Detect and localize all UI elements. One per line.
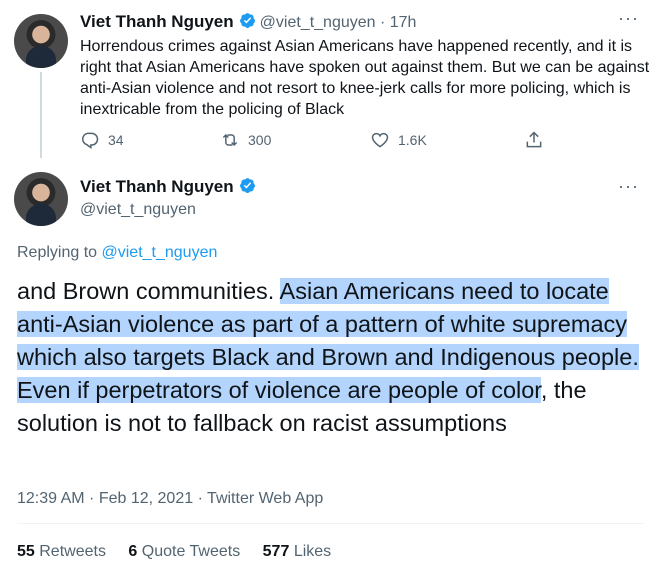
retweet-icon: [222, 133, 238, 147]
thread-connector: [40, 72, 42, 158]
tweet-timestamp[interactable]: 12:39 AM · Feb 12, 2021 · Twitter Web Ap…: [17, 490, 323, 508]
retweet-count: 300: [248, 132, 272, 148]
share-button[interactable]: [524, 130, 544, 150]
tweet1-header: Viet Thanh Nguyen @viet_t_nguyen · 17h: [80, 12, 416, 32]
quote-tweets-stat[interactable]: 6 Quote Tweets: [128, 543, 240, 560]
retweets-label: Retweets: [39, 543, 106, 560]
heart-icon: [371, 132, 389, 148]
tweet-text-start: and Brown communities.: [17, 278, 280, 304]
reply-icon: [82, 132, 99, 149]
reply-button[interactable]: 34: [80, 130, 124, 150]
likes-label: Likes: [293, 543, 332, 560]
likes-count: 577: [262, 543, 290, 560]
avatar[interactable]: [14, 14, 68, 68]
author-name[interactable]: Viet Thanh Nguyen: [80, 12, 234, 31]
tweet-text: Horrendous crimes against Asian American…: [80, 38, 650, 118]
author-handle[interactable]: @viet_t_nguyen: [260, 14, 376, 31]
author-handle[interactable]: @viet_t_nguyen: [80, 201, 196, 219]
more-options-icon[interactable]: ···: [618, 176, 639, 197]
tweet-main-text: and Brown communities. Asian Americans n…: [17, 275, 647, 440]
share-icon: [526, 131, 542, 148]
likes-stat[interactable]: 577 Likes: [263, 543, 332, 560]
tweet2-header: Viet Thanh Nguyen: [80, 177, 260, 197]
quotes-count: 6: [128, 543, 138, 560]
retweets-stat[interactable]: 55 Retweets: [17, 543, 106, 560]
verified-badge-icon: [239, 178, 255, 193]
tweet-actions: 34 300 1.6K: [80, 130, 560, 152]
verified-badge-icon: [239, 13, 255, 28]
quotes-label: Quote Tweets: [141, 543, 241, 560]
avatar[interactable]: [14, 172, 68, 226]
like-button[interactable]: 1.6K: [370, 130, 427, 150]
retweets-count: 55: [17, 543, 35, 560]
more-options-icon[interactable]: ···: [618, 8, 639, 29]
like-count: 1.6K: [398, 132, 427, 148]
reply-count: 34: [108, 132, 124, 148]
divider: [17, 523, 643, 524]
replying-to-label: Replying to: [17, 244, 102, 261]
tweet-stats: 55 Retweets 6 Quote Tweets 577 Likes: [17, 543, 349, 561]
author-name[interactable]: Viet Thanh Nguyen: [80, 177, 234, 196]
retweet-button[interactable]: 300: [220, 130, 271, 150]
replying-to: Replying to @viet_t_nguyen: [17, 244, 217, 262]
tweet-time[interactable]: · 17h: [380, 14, 416, 31]
replying-to-handle-link[interactable]: @viet_t_nguyen: [102, 244, 218, 261]
